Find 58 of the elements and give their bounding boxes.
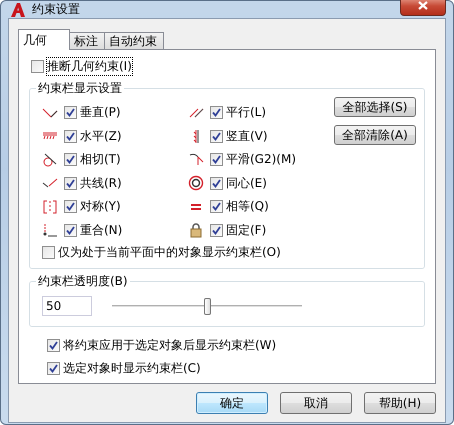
input-field[interactable]: 50: [42, 296, 92, 316]
app-logo-icon: [10, 2, 26, 18]
tab[interactable]: 自动约束: [104, 32, 164, 50]
close-icon: [418, 1, 428, 10]
angle-icon: [42, 108, 58, 118]
group-title: 约束栏显示设置: [37, 80, 123, 97]
bracket-icon: [43, 200, 57, 214]
point-line-icon: [42, 223, 58, 238]
slider-thumb[interactable]: [204, 298, 211, 314]
action-button[interactable]: 全部选择(S): [334, 97, 416, 117]
checkbox[interactable]: 固定(F): [210, 222, 266, 239]
checkbox[interactable]: 竖直(V): [210, 128, 268, 145]
checkmark-icon: [212, 108, 221, 118]
checkbox[interactable]: 同心(E): [210, 174, 267, 192]
checkmark-icon: [212, 226, 221, 235]
checkmark-icon: [66, 178, 75, 188]
group-title: 约束栏透明度(B): [37, 273, 129, 290]
checkmark-icon: [212, 132, 221, 141]
checkmark-icon: [212, 155, 221, 164]
concentric-circles-icon: [188, 175, 204, 192]
checkmark-icon: [66, 202, 75, 212]
checkbox[interactable]: 仅为处于当前平面中的对象显示约束栏(O): [42, 244, 281, 261]
curve-joint-icon: [188, 153, 204, 166]
collinear-icon: [42, 178, 58, 188]
window-title: 约束设置: [32, 1, 81, 18]
checkbox[interactable]: 水平(Z): [64, 128, 122, 145]
checkmark-icon: [66, 155, 75, 164]
checkmark-icon: [49, 341, 58, 350]
equals-icon: [190, 202, 202, 211]
checkmark-icon: [212, 202, 221, 212]
action-button[interactable]: 全部清除(A): [334, 125, 416, 145]
dialog-button[interactable]: 确定: [196, 392, 268, 414]
checkbox[interactable]: 垂直(P): [64, 104, 121, 122]
parallel-lines-icon: [188, 108, 204, 118]
checkbox[interactable]: 选定对象时显示约束栏(C): [47, 360, 425, 377]
hatched-line-icon: [42, 132, 58, 140]
checkbox[interactable]: 将约束应用于选定对象后显示约束栏(W): [47, 337, 425, 354]
checkmark-icon: [49, 364, 58, 373]
checkbox[interactable]: 重合(N): [64, 222, 122, 239]
checkbox[interactable]: 共线(R): [64, 174, 122, 192]
checkmark-icon: [66, 108, 75, 118]
checkbox[interactable]: 相切(T): [64, 151, 121, 168]
checkbox[interactable]: 相等(Q): [210, 198, 269, 216]
checkbox[interactable]: 推断几何约束(I): [31, 58, 132, 75]
lock-icon: [190, 222, 202, 238]
checkmark-icon: [212, 178, 221, 188]
circle-tangent-icon: [43, 152, 57, 167]
dialog-button[interactable]: 帮助(H): [364, 392, 436, 414]
checkbox[interactable]: 平行(L): [210, 104, 266, 122]
checkmark-icon: [66, 226, 75, 235]
tab[interactable]: 标注: [69, 32, 105, 50]
checkbox[interactable]: 平滑(G2)(M): [210, 151, 296, 168]
checkmark-icon: [66, 132, 75, 141]
tab[interactable]: 几何: [18, 29, 70, 50]
dialog-button[interactable]: 取消: [280, 392, 352, 414]
checkbox[interactable]: 对称(Y): [64, 198, 121, 216]
vertical-lines-icon: [193, 128, 199, 144]
close-button[interactable]: [400, 0, 446, 16]
